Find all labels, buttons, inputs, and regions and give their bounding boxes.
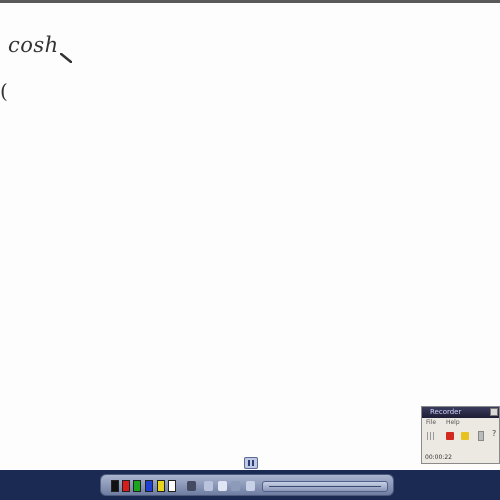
zoom-icon[interactable] <box>246 481 255 491</box>
color-swatch-red[interactable] <box>122 480 130 492</box>
whiteboard-canvas[interactable]: cosh ( <box>0 3 500 470</box>
recorder-titlebar[interactable]: Recorder <box>422 407 499 418</box>
handwritten-cosh: cosh <box>8 33 59 57</box>
recording-timer: 00:00:22 <box>425 454 452 461</box>
color-swatch-white[interactable] <box>168 480 176 492</box>
pause-button[interactable] <box>461 432 469 440</box>
recorder-menu-file[interactable]: File <box>426 419 436 426</box>
recorder-controls: ? <box>422 427 499 449</box>
toolbar-pause-handle[interactable] <box>244 457 258 469</box>
recorder-close-button[interactable] <box>490 408 498 416</box>
stop-button[interactable] <box>478 431 484 441</box>
color-swatch-black[interactable] <box>111 480 119 492</box>
select-icon[interactable] <box>231 481 240 491</box>
recorder-menu-help[interactable]: Help <box>446 419 460 426</box>
recorder-widget[interactable]: Recorder File Help ? 00:00:22 <box>421 406 500 464</box>
grip-icon <box>427 432 435 440</box>
pen-cursor-icon <box>60 53 72 63</box>
help-icon[interactable]: ? <box>492 429 496 438</box>
recorder-title: Recorder <box>430 408 462 416</box>
eraser-icon[interactable] <box>187 481 196 491</box>
color-swatch-green[interactable] <box>133 480 141 492</box>
recorder-menu: File Help <box>422 418 499 427</box>
pen-icon[interactable] <box>218 481 227 491</box>
pen-width-slider[interactable] <box>262 481 388 492</box>
slider-groove <box>269 486 381 487</box>
handwritten-paren: ( <box>0 79 8 103</box>
record-button[interactable] <box>446 432 454 440</box>
color-swatch-yellow[interactable] <box>157 480 165 492</box>
highlighter-icon[interactable] <box>204 481 213 491</box>
color-swatch-blue[interactable] <box>145 480 153 492</box>
